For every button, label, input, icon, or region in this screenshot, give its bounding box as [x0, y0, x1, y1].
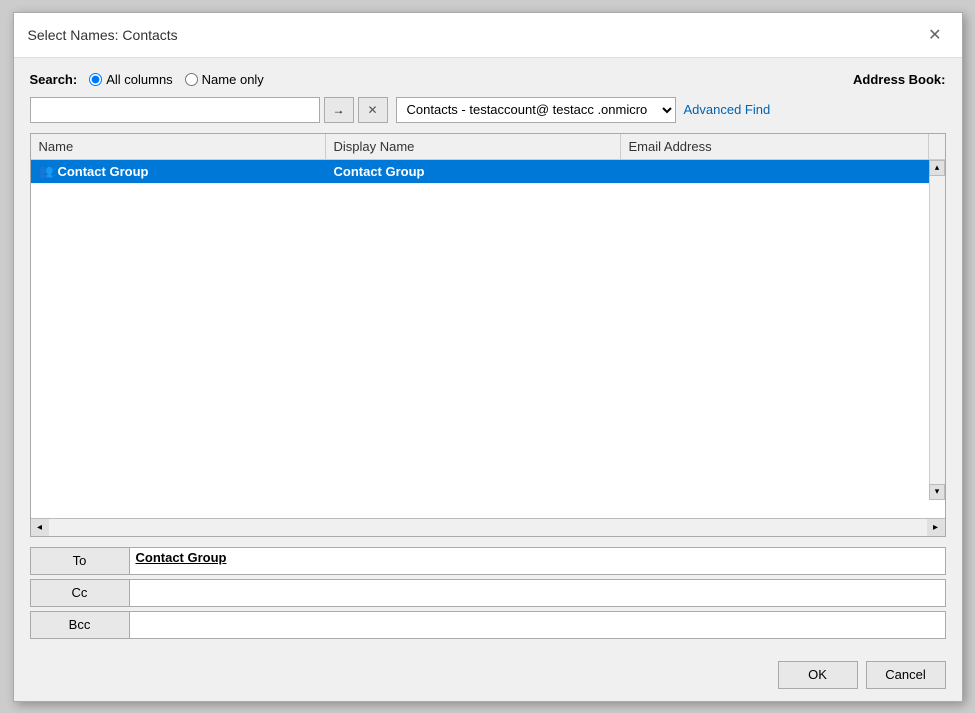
radio-name-only-input[interactable]: [185, 73, 198, 86]
contact-group-icon: 👥: [39, 164, 54, 178]
cc-button[interactable]: Cc: [30, 579, 130, 607]
search-input-row: → ✕: [30, 97, 388, 123]
column-header-name: Name: [31, 134, 326, 159]
scroll-header-spacer: [929, 134, 945, 159]
select-names-dialog: Select Names: Contacts ✕ Search: All col…: [13, 12, 963, 702]
address-book-section: Address Book:: [853, 72, 945, 87]
bcc-button[interactable]: Bcc: [30, 611, 130, 639]
scroll-up-button[interactable]: ▴: [929, 160, 945, 176]
recipients-section: To Contact Group Cc Bcc: [30, 547, 946, 639]
radio-group: All columns Name only: [89, 72, 264, 87]
table-body: 👥 Contact Group Contact Group ▴ ▾: [31, 160, 945, 518]
radio-all-columns[interactable]: All columns: [89, 72, 172, 87]
scroll-right-button[interactable]: ▸: [927, 518, 945, 536]
dialog-content: Search: All columns Name only Address Bo…: [14, 58, 962, 653]
bcc-row: Bcc: [30, 611, 946, 639]
address-book-label: Address Book:: [853, 72, 945, 87]
close-button[interactable]: ✕: [922, 23, 947, 47]
search-go-button[interactable]: →: [324, 97, 354, 123]
search-address-row: Search: All columns Name only Address Bo…: [30, 72, 946, 87]
scroll-track-horizontal: [49, 519, 927, 536]
vertical-scrollbar[interactable]: ▴ ▾: [929, 160, 945, 500]
cancel-button[interactable]: Cancel: [866, 661, 946, 689]
contacts-table: Name Display Name Email Address 👥 Contac…: [30, 133, 946, 537]
cc-row: Cc: [30, 579, 946, 607]
address-book-select[interactable]: Contacts - testaccount@ testacc .onmicro: [396, 97, 676, 123]
to-input[interactable]: Contact Group: [130, 547, 946, 575]
ok-button[interactable]: OK: [778, 661, 858, 689]
scroll-left-button[interactable]: ◂: [31, 518, 49, 536]
radio-all-columns-input[interactable]: [89, 73, 102, 86]
dialog-footer: OK Cancel: [14, 653, 962, 701]
scroll-down-button[interactable]: ▾: [929, 484, 945, 500]
table-header: Name Display Name Email Address: [31, 134, 945, 160]
column-header-display-name: Display Name: [326, 134, 621, 159]
cc-input[interactable]: [130, 579, 946, 607]
cell-email: [621, 167, 945, 175]
search-input[interactable]: [30, 97, 320, 123]
bcc-input[interactable]: [130, 611, 946, 639]
advanced-find-link[interactable]: Advanced Find: [684, 102, 771, 117]
search-label: Search:: [30, 72, 78, 87]
search-input-address-select-row: → ✕ Contacts - testaccount@ testacc .onm…: [30, 97, 946, 123]
to-row: To Contact Group: [30, 547, 946, 575]
horizontal-scrollbar: ◂ ▸: [31, 518, 945, 536]
column-header-email: Email Address: [621, 134, 929, 159]
dialog-title: Select Names: Contacts: [28, 27, 178, 43]
cell-display-name: Contact Group: [326, 160, 621, 183]
to-button[interactable]: To: [30, 547, 130, 575]
to-value: Contact Group: [136, 550, 227, 565]
cell-name: 👥 Contact Group: [31, 160, 326, 183]
radio-all-columns-label: All columns: [106, 72, 172, 87]
cell-name-text: Contact Group: [57, 164, 148, 179]
title-bar: Select Names: Contacts ✕: [14, 13, 962, 58]
table-row[interactable]: 👥 Contact Group Contact Group: [31, 160, 945, 184]
radio-name-only-label: Name only: [202, 72, 264, 87]
search-clear-button[interactable]: ✕: [358, 97, 388, 123]
radio-name-only[interactable]: Name only: [185, 72, 264, 87]
